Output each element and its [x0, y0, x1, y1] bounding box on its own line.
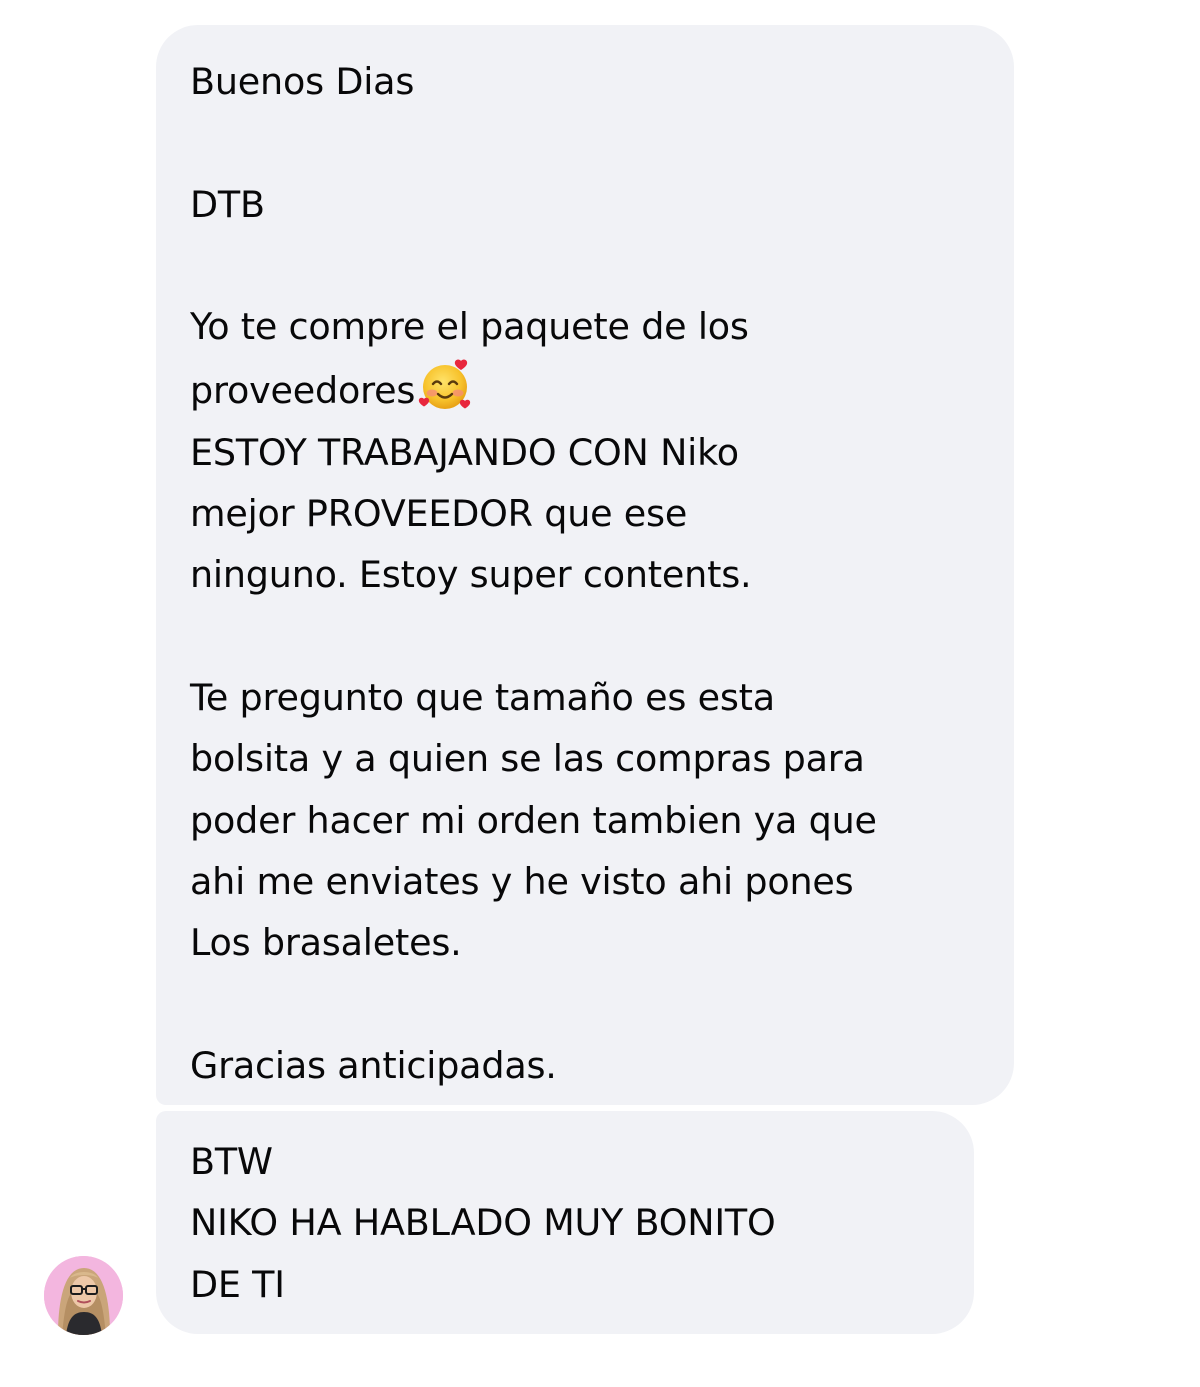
message-line-blank [190, 112, 980, 173]
message-line: Te pregunto que tamaño es esta [190, 675, 775, 719]
message-thread: Buenos Dias DTB Yo te compre el paquete … [0, 0, 1200, 1387]
message-line-with-emoji: proveedores [190, 357, 980, 421]
message-line: ninguno. Estoy super contents. [190, 553, 752, 597]
message-line: mejor PROVEEDOR que ese [190, 492, 688, 536]
message-line: NIKO HA HABLADO MUY BONITO [190, 1201, 776, 1245]
message-line: ESTOY TRABAJANDO CON Niko [190, 430, 739, 474]
message-line: Gracias anticipadas. [190, 1043, 557, 1087]
message-line: ahi me enviates y he visto ahi pones [190, 859, 854, 903]
smiling-face-with-hearts-icon [417, 357, 473, 413]
message-line: BTW [190, 1140, 273, 1183]
message-line: DE TI [190, 1262, 285, 1306]
message-line: Yo te compre el paquete de los [190, 305, 749, 349]
message-bubble[interactable]: Buenos Dias DTB Yo te compre el paquete … [156, 25, 1014, 1105]
message-line: DTB [190, 182, 265, 226]
message-line: Los brasaletes. [190, 921, 462, 965]
message-bubble[interactable]: BTW NIKO HA HABLADO MUY BONITO DE TI [156, 1111, 974, 1334]
message-line: bolsita y a quien se las compras para [190, 737, 865, 781]
message-line-blank [190, 606, 980, 667]
avatar[interactable] [44, 1256, 123, 1335]
message-line-blank [190, 973, 980, 1034]
avatar-photo [44, 1256, 123, 1335]
message-line-blank [190, 235, 980, 296]
message-line: poder hacer mi orden tambien ya que [190, 798, 877, 842]
message-line: Buenos Dias [190, 60, 415, 103]
message-line-text: proveedores [190, 369, 416, 413]
